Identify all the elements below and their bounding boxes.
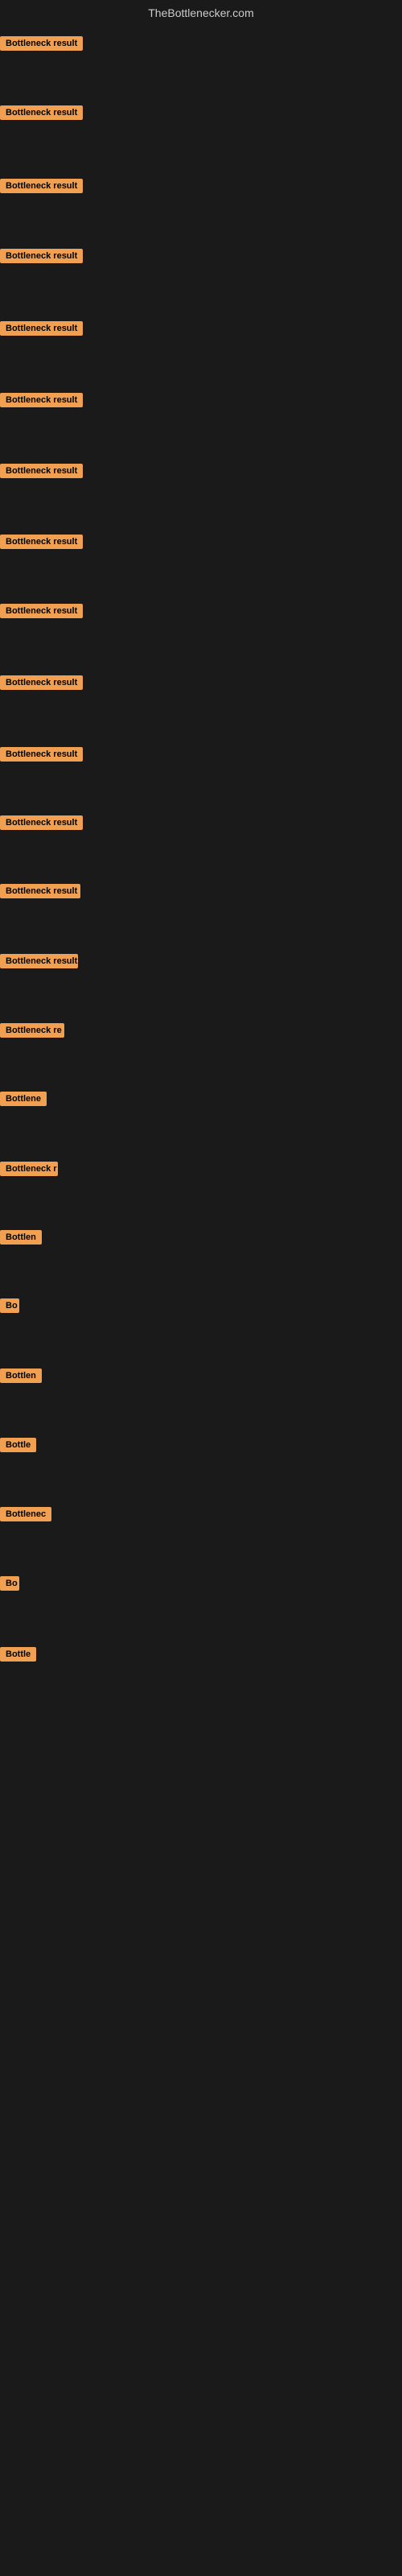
result-row: Bottleneck result	[0, 36, 83, 55]
result-row: Bottleneck result	[0, 604, 83, 622]
bottleneck-badge[interactable]: Bottlenec	[0, 1507, 51, 1521]
result-row: Bottlen	[0, 1368, 42, 1387]
bottleneck-badge[interactable]: Bottleneck result	[0, 815, 83, 830]
result-row: Bottleneck result	[0, 464, 83, 482]
bottleneck-badge[interactable]: Bottlene	[0, 1092, 47, 1106]
bottleneck-badge[interactable]: Bottlen	[0, 1230, 42, 1245]
bottleneck-badge[interactable]: Bottleneck result	[0, 675, 83, 690]
bottleneck-badge[interactable]: Bottle	[0, 1438, 36, 1452]
result-row: Bottleneck result	[0, 179, 83, 197]
result-row: Bottleneck result	[0, 535, 83, 553]
bottleneck-badge[interactable]: Bottleneck result	[0, 464, 83, 478]
bottleneck-badge[interactable]: Bottleneck result	[0, 321, 83, 336]
bottleneck-badge[interactable]: Bottleneck result	[0, 884, 80, 898]
bottleneck-badge[interactable]: Bottle	[0, 1647, 36, 1662]
bottleneck-badge[interactable]: Bottleneck result	[0, 604, 83, 618]
result-row: Bottleneck re	[0, 1023, 64, 1042]
bottleneck-badge[interactable]: Bottleneck result	[0, 747, 83, 762]
result-row: Bottle	[0, 1438, 36, 1456]
result-row: Bo	[0, 1298, 19, 1317]
result-row: Bottleneck r	[0, 1162, 58, 1180]
result-row: Bottleneck result	[0, 954, 78, 972]
result-row: Bottlenec	[0, 1507, 51, 1525]
bottleneck-badge[interactable]: Bottleneck result	[0, 249, 83, 263]
result-row: Bottlen	[0, 1230, 42, 1249]
bottleneck-badge[interactable]: Bottleneck r	[0, 1162, 58, 1176]
result-row: Bo	[0, 1576, 19, 1595]
site-title: TheBottlenecker.com	[0, 0, 402, 23]
bottleneck-badge[interactable]: Bottleneck result	[0, 393, 83, 407]
result-row: Bottleneck result	[0, 321, 83, 340]
result-row: Bottle	[0, 1647, 36, 1666]
bottleneck-badge[interactable]: Bottleneck result	[0, 105, 83, 120]
result-row: Bottleneck result	[0, 815, 83, 834]
bottleneck-badge[interactable]: Bottleneck result	[0, 36, 83, 51]
result-row: Bottleneck result	[0, 393, 83, 411]
result-row: Bottleneck result	[0, 249, 83, 267]
bottleneck-badge[interactable]: Bo	[0, 1298, 19, 1313]
result-row: Bottleneck result	[0, 747, 83, 766]
result-row: Bottleneck result	[0, 675, 83, 694]
result-row: Bottlene	[0, 1092, 47, 1110]
result-row: Bottleneck result	[0, 884, 80, 902]
bottleneck-badge[interactable]: Bottleneck result	[0, 179, 83, 193]
bottleneck-badge[interactable]: Bottleneck re	[0, 1023, 64, 1038]
bottleneck-badge[interactable]: Bo	[0, 1576, 19, 1591]
bottleneck-badge[interactable]: Bottlen	[0, 1368, 42, 1383]
result-row: Bottleneck result	[0, 105, 83, 124]
bottleneck-badge[interactable]: Bottleneck result	[0, 954, 78, 968]
bottleneck-badge[interactable]: Bottleneck result	[0, 535, 83, 549]
